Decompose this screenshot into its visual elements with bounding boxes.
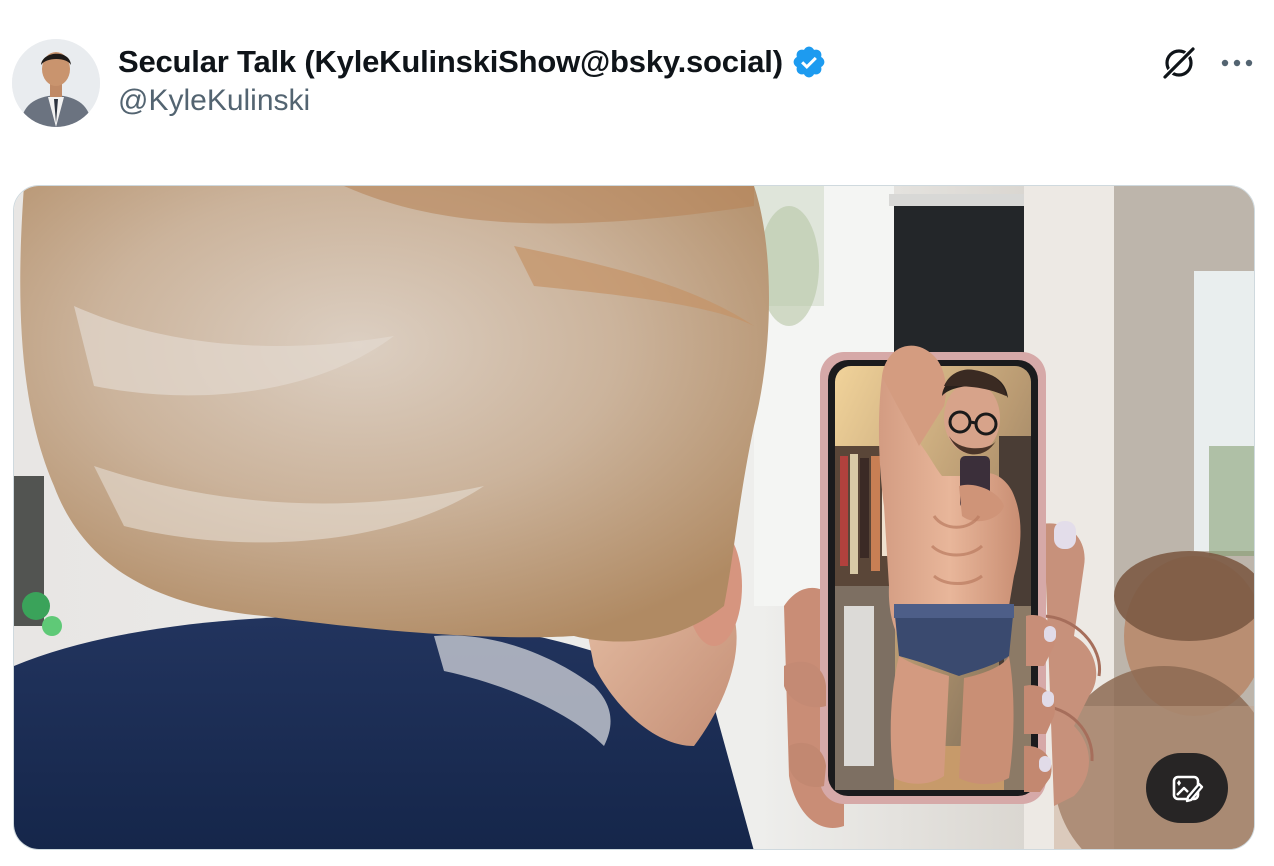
image-edit-icon xyxy=(1172,775,1204,803)
verified-badge-icon[interactable] xyxy=(791,44,827,80)
more-horizontal-icon xyxy=(1221,59,1253,67)
tweet: Secular Talk (KyleKulinskiShow@bsky.soci… xyxy=(0,0,1274,866)
more-button[interactable] xyxy=(1214,40,1260,86)
avatar-photo xyxy=(12,39,100,127)
tweet-photo[interactable] xyxy=(13,185,1255,850)
grok-button[interactable] xyxy=(1156,40,1202,86)
author-names: Secular Talk (KyleKulinskiShow@bsky.soci… xyxy=(118,40,827,118)
tweet-header: Secular Talk (KyleKulinskiShow@bsky.soci… xyxy=(12,38,1274,130)
author-handle[interactable]: @KyleKulinski xyxy=(118,84,827,118)
display-name-row: Secular Talk (KyleKulinskiShow@bsky.soci… xyxy=(118,40,827,84)
photo-content xyxy=(14,186,1254,849)
author-avatar[interactable] xyxy=(12,39,100,127)
author-display-name[interactable]: Secular Talk (KyleKulinskiShow@bsky.soci… xyxy=(118,44,783,80)
grok-icon xyxy=(1162,46,1196,80)
image-edit-button[interactable] xyxy=(1146,753,1228,823)
